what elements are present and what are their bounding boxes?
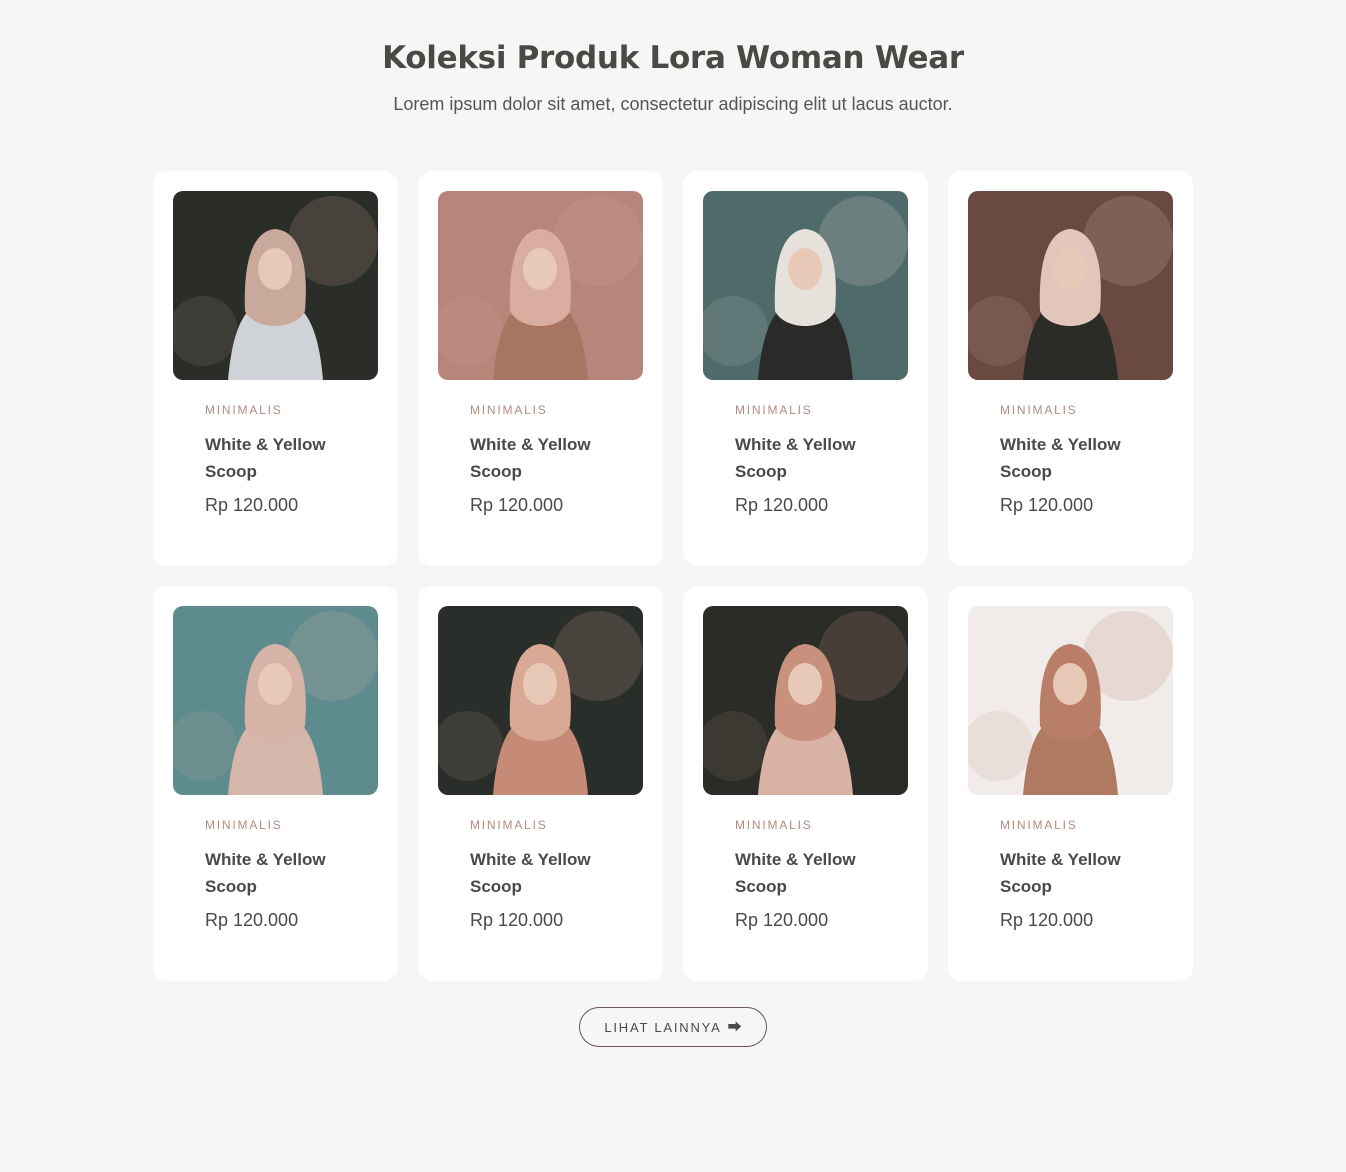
product-name[interactable]: White & Yellow Scoop	[205, 846, 365, 900]
product-card[interactable]: MINIMALIS White & Yellow Scoop Rp 120.00…	[948, 171, 1193, 566]
product-price: Rp 120.000	[735, 910, 829, 930]
product-price: Rp 120.000	[470, 495, 564, 515]
product-price: Rp 120.000	[470, 910, 564, 930]
product-category: MINIMALIS	[205, 818, 283, 832]
product-category: MINIMALIS	[735, 818, 813, 832]
product-photo[interactable]	[703, 191, 908, 380]
section-title: Koleksi Produk Lora Woman Wear	[382, 40, 964, 76]
product-card[interactable]: MINIMALIS White & Yellow Scoop Rp 120.00…	[418, 586, 663, 981]
product-category: MINIMALIS	[735, 403, 813, 417]
product-photo[interactable]	[173, 191, 378, 380]
product-photo-image	[438, 191, 643, 380]
product-category: MINIMALIS	[205, 403, 283, 417]
product-name[interactable]: White & Yellow Scoop	[1000, 846, 1160, 900]
arrow-right-icon: ⮕	[727, 1019, 742, 1035]
product-category: MINIMALIS	[1000, 818, 1078, 832]
product-collection-section: Koleksi Produk Lora Woman Wear Lorem ips…	[0, 0, 1346, 1172]
product-category: MINIMALIS	[470, 403, 548, 417]
product-photo-image	[703, 606, 908, 795]
product-photo[interactable]	[438, 606, 643, 795]
product-photo-image	[173, 606, 378, 795]
product-grid: MINIMALIS White & Yellow Scoop Rp 120.00…	[153, 171, 1193, 981]
product-photo-image	[968, 191, 1173, 380]
see-more-button[interactable]: LIHAT LAINNYA ⮕	[579, 1007, 767, 1047]
product-name[interactable]: White & Yellow Scoop	[735, 431, 895, 485]
product-photo[interactable]	[968, 606, 1173, 795]
see-more-label: LIHAT LAINNYA	[604, 1019, 722, 1035]
product-card[interactable]: MINIMALIS White & Yellow Scoop Rp 120.00…	[683, 171, 928, 566]
product-photo-image	[968, 606, 1173, 795]
product-card[interactable]: MINIMALIS White & Yellow Scoop Rp 120.00…	[153, 586, 398, 981]
product-card[interactable]: MINIMALIS White & Yellow Scoop Rp 120.00…	[153, 171, 398, 566]
product-name[interactable]: White & Yellow Scoop	[1000, 431, 1160, 485]
section-subtitle: Lorem ipsum dolor sit amet, consectetur …	[393, 94, 953, 114]
product-card[interactable]: MINIMALIS White & Yellow Scoop Rp 120.00…	[948, 586, 1193, 981]
product-name[interactable]: White & Yellow Scoop	[470, 846, 630, 900]
product-price: Rp 120.000	[1000, 910, 1094, 930]
product-card[interactable]: MINIMALIS White & Yellow Scoop Rp 120.00…	[683, 586, 928, 981]
product-photo[interactable]	[173, 606, 378, 795]
product-price: Rp 120.000	[1000, 495, 1094, 515]
product-photo[interactable]	[968, 191, 1173, 380]
product-photo-image	[438, 606, 643, 795]
product-category: MINIMALIS	[470, 818, 548, 832]
product-photo[interactable]	[438, 191, 643, 380]
product-photo-image	[173, 191, 378, 380]
product-price: Rp 120.000	[205, 910, 299, 930]
product-category: MINIMALIS	[1000, 403, 1078, 417]
product-price: Rp 120.000	[205, 495, 299, 515]
product-card[interactable]: MINIMALIS White & Yellow Scoop Rp 120.00…	[418, 171, 663, 566]
product-name[interactable]: White & Yellow Scoop	[470, 431, 630, 485]
product-photo-image	[703, 191, 908, 380]
product-name[interactable]: White & Yellow Scoop	[205, 431, 365, 485]
product-name[interactable]: White & Yellow Scoop	[735, 846, 895, 900]
product-photo[interactable]	[703, 606, 908, 795]
product-price: Rp 120.000	[735, 495, 829, 515]
